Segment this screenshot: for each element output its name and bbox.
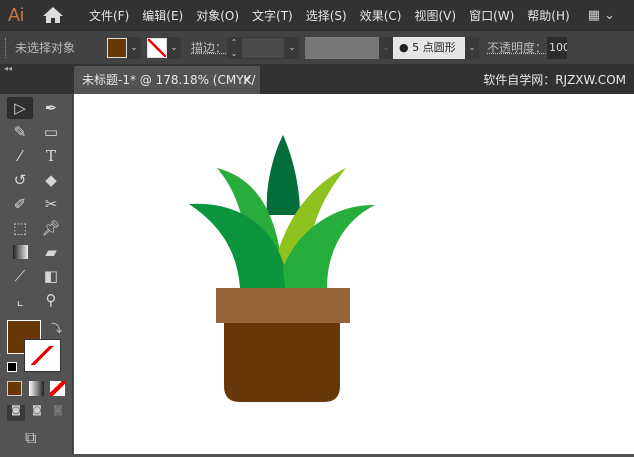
paintbrush-tool-icon[interactable]: ⁄ bbox=[7, 145, 33, 167]
selection-status: 未选择对象 bbox=[15, 41, 76, 55]
drag-handle[interactable] bbox=[5, 37, 9, 58]
none-mode-button[interactable] bbox=[50, 381, 65, 396]
close-tab-icon[interactable]: × bbox=[242, 66, 252, 94]
gradient-mode-button[interactable] bbox=[29, 381, 44, 396]
brush-definition[interactable]: ● 5 点圆形 bbox=[393, 36, 466, 59]
watermark-text: 软件自学网：RJZXW.COM bbox=[483, 73, 626, 87]
brush-dropdown[interactable]: ⌄ bbox=[465, 36, 480, 59]
pot-body bbox=[224, 323, 340, 402]
menu-view[interactable]: 视图(V) bbox=[414, 7, 456, 24]
curvature-tool-icon[interactable]: ✎ bbox=[7, 121, 33, 143]
variable-width-profile[interactable] bbox=[305, 36, 380, 59]
eyedropper-tool-icon[interactable]: ⟋ bbox=[7, 265, 33, 287]
artboard-canvas[interactable] bbox=[74, 94, 634, 454]
draw-inside-icon[interactable]: ◙ bbox=[49, 405, 67, 421]
stroke-dropdown[interactable]: ⌄ bbox=[167, 36, 181, 59]
menu-file[interactable]: 文件(F) bbox=[89, 7, 129, 24]
app-logo: Ai bbox=[8, 4, 25, 25]
fill-dropdown[interactable]: ⌄ bbox=[127, 36, 141, 59]
big-left-leaf bbox=[189, 203, 288, 288]
free-transform-tool-icon[interactable]: ⬚ bbox=[7, 217, 33, 239]
color-mode-button[interactable] bbox=[7, 381, 22, 396]
blend-tool-icon[interactable]: ◧ bbox=[38, 265, 64, 287]
menu-effect[interactable]: 效果(C) bbox=[360, 7, 402, 24]
swap-colors-icon[interactable]: ⤵ bbox=[51, 320, 62, 336]
fill-swatch[interactable] bbox=[107, 37, 127, 58]
zoom-tool-icon[interactable]: ⚲ bbox=[38, 289, 64, 311]
tools-panel: ▷ ✒ ✎ ▭ ⁄ T ↺ ◆ ✐ ✂ ⬚ 📌︎ ▰ ⟋ ◧ ⌞ ⚲ ⤵ ◙ ◙… bbox=[0, 94, 73, 454]
type-tool-icon[interactable]: T bbox=[38, 145, 64, 167]
opacity-input[interactable]: 100 bbox=[547, 36, 568, 59]
pen-tool-icon[interactable]: ✒ bbox=[38, 97, 64, 119]
pot-rim bbox=[216, 288, 350, 323]
menu-window[interactable]: 窗口(W) bbox=[469, 7, 514, 24]
brush-label: 5 点圆形 bbox=[412, 40, 456, 54]
stroke-weight-stepper[interactable]: ⌃ ⌄ bbox=[227, 36, 242, 59]
puppet-warp-tool-icon[interactable]: 📌︎ bbox=[38, 217, 64, 239]
toolbar-header[interactable]: ◂◂ bbox=[0, 64, 73, 78]
artboard-tool-icon[interactable]: ⌞ bbox=[7, 289, 33, 311]
draw-behind-icon[interactable]: ◙ bbox=[28, 405, 46, 421]
eraser-tool-icon[interactable]: ◆ bbox=[38, 169, 64, 191]
menu-bar: Ai 文件(F) 编辑(E) 对象(O) 文字(T) 选择(S) 效果(C) 视… bbox=[0, 0, 634, 30]
shape-builder-tool-icon[interactable]: ✂ bbox=[38, 193, 64, 215]
menu-edit[interactable]: 编辑(E) bbox=[142, 7, 183, 24]
potted-plant-artwork bbox=[189, 135, 375, 402]
rotate-tool-icon[interactable]: ↺ bbox=[7, 169, 33, 191]
ruler-tool-icon[interactable]: ▰ bbox=[38, 241, 64, 263]
menu-object[interactable]: 对象(O) bbox=[196, 7, 239, 24]
document-tab-bar: 未标题-1* @ 178.18% (CMYK/预览) × 软件自学网：RJZXW… bbox=[0, 64, 634, 115]
width-tool-icon[interactable]: ✐ bbox=[7, 193, 33, 215]
opacity-label: 不透明度： bbox=[487, 41, 548, 55]
stroke-swatch[interactable] bbox=[147, 37, 167, 58]
default-colors-icon[interactable] bbox=[7, 362, 17, 372]
menu-type[interactable]: 文字(T) bbox=[252, 7, 293, 24]
screen-mode-icon[interactable]: ⧉ bbox=[25, 428, 36, 448]
gradient-tool-icon[interactable] bbox=[7, 241, 33, 263]
stroke-label: 描边： bbox=[191, 41, 228, 55]
selection-tool-icon[interactable]: ▷ bbox=[7, 97, 33, 119]
stroke-color-box[interactable] bbox=[24, 339, 61, 372]
draw-normal-icon[interactable]: ◙ bbox=[7, 405, 25, 421]
stroke-weight-dropdown[interactable]: ⌄ bbox=[285, 36, 300, 59]
menu-select[interactable]: 选择(S) bbox=[306, 7, 347, 24]
rectangle-tool-icon[interactable]: ▭ bbox=[38, 121, 64, 143]
home-icon[interactable] bbox=[42, 6, 64, 24]
control-bar: 未选择对象 ⌄ ⌄ 描边： ⌃ ⌄ ⌄ ⌄ ● 5 点圆形 ⌄ 不透明度： 100 bbox=[0, 30, 634, 64]
document-tab[interactable]: 未标题-1* @ 178.18% (CMYK/预览) × bbox=[74, 66, 260, 115]
workspace-switcher-icon[interactable]: ▦ ⌄ bbox=[588, 8, 615, 23]
profile-dropdown[interactable]: ⌄ bbox=[379, 36, 394, 59]
menu-help[interactable]: 帮助(H) bbox=[527, 7, 569, 24]
dark-center-leaf bbox=[266, 135, 300, 215]
stroke-weight-input[interactable] bbox=[241, 36, 286, 59]
